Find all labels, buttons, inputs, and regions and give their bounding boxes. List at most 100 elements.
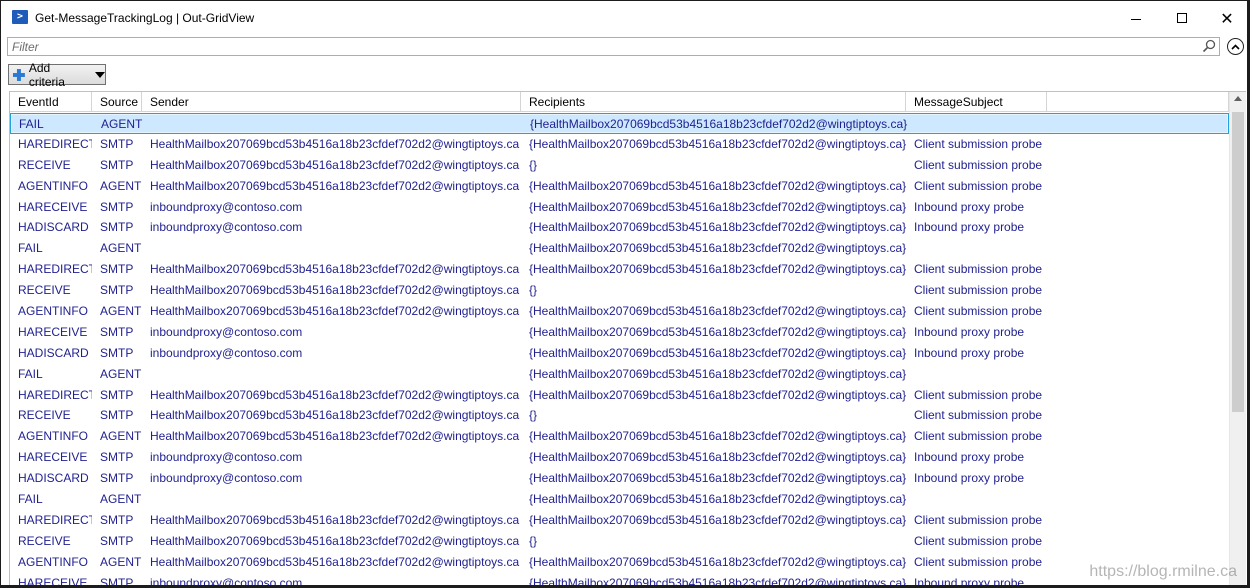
cell-eventid: AGENTINFO bbox=[18, 304, 89, 319]
cell-recipients: {HealthMailbox207069bcd53b4516a18b23cfde… bbox=[529, 262, 906, 277]
cell-sender: HealthMailbox207069bcd53b4516a18b23cfdef… bbox=[150, 157, 520, 172]
cell-messagesubject: Inbound proxy probe bbox=[914, 324, 1025, 339]
table-row[interactable]: AGENTINFO AGENT HealthMailbox207069bcd53b4… bbox=[10, 426, 1229, 447]
cell-recipients: {HealthMailbox207069bcd53b4516a18b23cfde… bbox=[529, 575, 906, 587]
add-criteria-button[interactable]: Add criteria bbox=[8, 61, 106, 89]
add-criteria-label: Add criteria bbox=[28, 60, 65, 89]
table-row[interactable]: HADISCARD SMTP inboundproxy@contoso.com {He… bbox=[10, 468, 1229, 489]
cell-eventid: FAIL bbox=[18, 366, 43, 381]
maximize-icon bbox=[1177, 13, 1187, 23]
scroll-thumb[interactable] bbox=[1232, 112, 1244, 412]
cell-source: AGENT bbox=[100, 554, 142, 569]
table-row[interactable]: HAREDIRECT SMTP HealthMailbox207069bcd53b4… bbox=[10, 259, 1229, 280]
table-row[interactable]: FAIL AGENT {HealthMailbox207069bcd53b4516a… bbox=[10, 238, 1229, 259]
cell-sender: HealthMailbox207069bcd53b4516a18b23cfdef… bbox=[150, 429, 520, 444]
column-header-sender[interactable]: Sender bbox=[142, 92, 521, 112]
cell-messagesubject: Inbound proxy probe bbox=[914, 220, 1025, 235]
cell-source: SMTP bbox=[100, 283, 134, 298]
column-header-source[interactable]: Source bbox=[92, 92, 142, 112]
cell-source: SMTP bbox=[100, 387, 134, 402]
table-row[interactable]: HAREDIRECT SMTP HealthMailbox207069bcd53b4… bbox=[10, 134, 1229, 155]
table-row[interactable]: HADISCARD SMTP inboundproxy@contoso.com {He… bbox=[10, 217, 1229, 238]
cell-recipients: {HealthMailbox207069bcd53b4516a18b23cfde… bbox=[529, 429, 906, 444]
table-row[interactable]: HAREDIRECT SMTP HealthMailbox207069bcd53b4… bbox=[10, 385, 1229, 406]
table-row[interactable]: FAIL AGENT {HealthMailbox207069bcd53b4516a… bbox=[10, 113, 1229, 134]
table-row[interactable]: HADISCARD SMTP inboundproxy@contoso.com {He… bbox=[10, 343, 1229, 364]
cell-eventid: AGENTINFO bbox=[18, 554, 89, 569]
close-button[interactable]: ✕ bbox=[1204, 1, 1247, 35]
cell-messagesubject: Client submission probe bbox=[914, 533, 1043, 548]
cell-eventid: HARECEIVE bbox=[18, 199, 88, 214]
cell-source: SMTP bbox=[100, 324, 134, 339]
cell-sender bbox=[143, 114, 522, 133]
watermark: https://blog.rmilne.ca bbox=[1089, 563, 1237, 580]
cell-recipients: {HealthMailbox207069bcd53b4516a18b23cfde… bbox=[529, 554, 906, 569]
minimize-button[interactable] bbox=[1113, 1, 1159, 35]
table-row[interactable]: RECEIVE SMTP HealthMailbox207069bcd53b4516… bbox=[10, 405, 1229, 426]
cell-sender: HealthMailbox207069bcd53b4516a18b23cfdef… bbox=[150, 554, 520, 569]
table-row[interactable]: AGENTINFO AGENT HealthMailbox207069bcd53b4… bbox=[10, 176, 1229, 197]
cell-eventid: HARECEIVE bbox=[18, 575, 88, 587]
cell-eventid: RECEIVE bbox=[18, 408, 71, 423]
table-row[interactable]: AGENTINFO AGENT HealthMailbox207069bcd53b4… bbox=[10, 552, 1229, 573]
table-row[interactable]: HARECEIVE SMTP inboundproxy@contoso.com {He… bbox=[10, 322, 1229, 343]
cell-source: AGENT bbox=[100, 178, 142, 193]
cell-sender bbox=[142, 489, 521, 510]
cell-messagesubject bbox=[906, 364, 1047, 385]
table-row[interactable]: HARECEIVE SMTP inboundproxy@contoso.com {He… bbox=[10, 573, 1229, 587]
cell-sender: HealthMailbox207069bcd53b4516a18b23cfdef… bbox=[150, 304, 520, 319]
filter-input[interactable] bbox=[8, 38, 1193, 55]
table-row[interactable]: FAIL AGENT {HealthMailbox207069bcd53b4516a… bbox=[10, 489, 1229, 510]
cell-source: SMTP bbox=[100, 136, 134, 151]
title-bar[interactable]: > Get-MessageTrackingLog | Out-GridView … bbox=[1, 1, 1247, 35]
vertical-scrollbar[interactable] bbox=[1229, 92, 1246, 585]
table-row[interactable]: RECEIVE SMTP HealthMailbox207069bcd53b4516… bbox=[10, 531, 1229, 552]
cell-recipients: {HealthMailbox207069bcd53b4516a18b23cfde… bbox=[529, 471, 906, 486]
table-row[interactable]: AGENTINFO AGENT HealthMailbox207069bcd53b4… bbox=[10, 301, 1229, 322]
column-header-eventid[interactable]: EventId bbox=[10, 92, 92, 112]
cell-sender: HealthMailbox207069bcd53b4516a18b23cfdef… bbox=[150, 533, 520, 548]
table-row[interactable]: RECEIVE SMTP HealthMailbox207069bcd53b4516… bbox=[10, 280, 1229, 301]
cell-source: SMTP bbox=[100, 450, 134, 465]
cell-eventid: HAREDIRECT bbox=[18, 136, 92, 151]
cell-source: SMTP bbox=[100, 512, 134, 527]
cell-messagesubject: Inbound proxy probe bbox=[914, 450, 1025, 465]
chevron-up-icon bbox=[1231, 43, 1240, 50]
cell-recipients: {HealthMailbox207069bcd53b4516a18b23cfde… bbox=[529, 492, 906, 507]
table-row[interactable]: RECEIVE SMTP HealthMailbox207069bcd53b4516… bbox=[10, 155, 1229, 176]
cell-eventid: HAREDIRECT bbox=[18, 262, 92, 277]
cell-eventid: RECEIVE bbox=[18, 533, 71, 548]
cell-eventid: AGENTINFO bbox=[18, 429, 89, 444]
table-row[interactable]: FAIL AGENT {HealthMailbox207069bcd53b4516a… bbox=[10, 364, 1229, 385]
scroll-up-arrow-icon[interactable] bbox=[1234, 96, 1242, 101]
cell-messagesubject: Client submission probe bbox=[914, 512, 1043, 527]
cell-messagesubject bbox=[906, 489, 1047, 510]
table-row[interactable]: HARECEIVE SMTP inboundproxy@contoso.com {He… bbox=[10, 447, 1229, 468]
column-header-messagesubject[interactable]: MessageSubject bbox=[906, 92, 1047, 112]
table-row[interactable]: HAREDIRECT SMTP HealthMailbox207069bcd53b4… bbox=[10, 510, 1229, 531]
cell-recipients: {HealthMailbox207069bcd53b4516a18b23cfde… bbox=[529, 450, 906, 465]
cell-recipients: {HealthMailbox207069bcd53b4516a18b23cfde… bbox=[529, 178, 906, 193]
cell-eventid: HADISCARD bbox=[18, 471, 89, 486]
out-gridview-window: > Get-MessageTrackingLog | Out-GridView … bbox=[0, 0, 1250, 588]
cell-eventid: FAIL bbox=[18, 241, 43, 256]
cell-eventid: HARECEIVE bbox=[18, 450, 88, 465]
search-icon[interactable] bbox=[1202, 39, 1216, 53]
cell-messagesubject: Client submission probe bbox=[914, 387, 1043, 402]
collapse-criteria-button[interactable] bbox=[1227, 38, 1244, 55]
cell-messagesubject: Inbound proxy probe bbox=[914, 471, 1025, 486]
cell-messagesubject: Client submission probe bbox=[914, 262, 1043, 277]
maximize-button[interactable] bbox=[1159, 1, 1205, 35]
cell-messagesubject: Client submission probe bbox=[914, 157, 1043, 172]
table-row[interactable]: HARECEIVE SMTP inboundproxy@contoso.com {He… bbox=[10, 197, 1229, 218]
cell-eventid: HAREDIRECT bbox=[18, 387, 92, 402]
cell-sender: inboundproxy@contoso.com bbox=[150, 450, 303, 465]
cell-source: SMTP bbox=[100, 575, 134, 587]
cell-sender bbox=[142, 238, 521, 259]
grid-header: EventId Source Sender Recipients Message… bbox=[10, 92, 1229, 112]
cell-eventid: RECEIVE bbox=[18, 283, 71, 298]
cell-sender: inboundproxy@contoso.com bbox=[150, 345, 303, 360]
column-header-recipients[interactable]: Recipients bbox=[521, 92, 906, 112]
cell-sender: HealthMailbox207069bcd53b4516a18b23cfdef… bbox=[150, 408, 520, 423]
cell-sender: HealthMailbox207069bcd53b4516a18b23cfdef… bbox=[150, 136, 520, 151]
